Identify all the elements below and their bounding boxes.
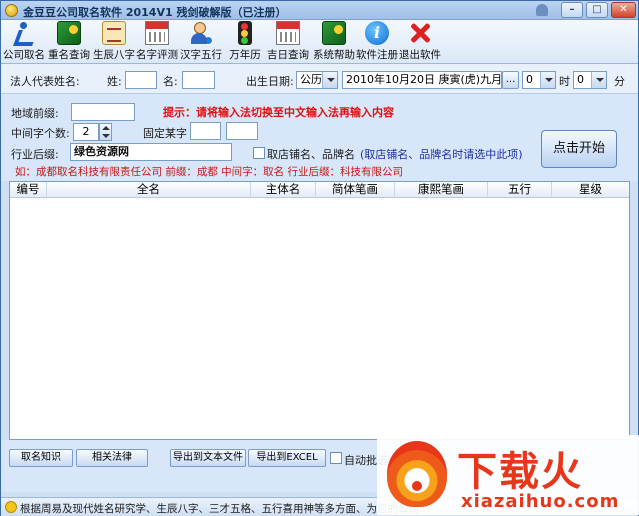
close-button[interactable]: ✕	[611, 2, 636, 18]
middle-char-count-stepper[interactable]	[99, 123, 112, 141]
toolbar-perpetual-calendar-button[interactable]: 万年历	[227, 21, 263, 63]
calendar-type-select[interactable]: 公历	[296, 71, 338, 89]
birth-date-input[interactable]: 2010年10月20日 庚寅(虎)九月十三	[342, 71, 502, 89]
toolbar-label: 退出软件	[399, 49, 441, 61]
column-header-id[interactable]: 编号	[10, 182, 47, 198]
middle-char-count-label: 中间字个数:	[11, 127, 70, 140]
runner-icon	[12, 21, 36, 45]
watermark-main-text: 下载火	[457, 449, 583, 495]
watermark: 下载火 xiazaihuo.com	[377, 435, 639, 515]
surname-input[interactable]	[125, 71, 157, 89]
chevron-down-icon	[591, 72, 606, 88]
column-header-star-rating[interactable]: 星级	[552, 182, 629, 198]
example-text: 如：成都取名科技有限责任公司 前缀：成都 中间字：取名 行业后缀：科技有限公司	[15, 166, 404, 178]
region-prefix-input[interactable]	[71, 103, 135, 121]
app-logo-icon	[5, 4, 18, 17]
toolbar-birth-chart-button[interactable]: 生辰八字	[93, 21, 135, 63]
toolbar-char-five-elements-button[interactable]: 汉字五行	[180, 21, 222, 63]
given-name-label: 名:	[163, 75, 178, 88]
fixed-char-label: 固定某字	[143, 127, 187, 140]
legal-rep-label: 法人代表姓名:	[10, 75, 80, 88]
export-excel-button[interactable]: 导出到EXCEL	[248, 449, 326, 467]
fixed-char-input-1[interactable]	[190, 122, 221, 140]
export-text-button[interactable]: 导出到文本文件	[170, 449, 246, 467]
window-title: 金豆豆公司取名软件 2014V1 残剑破解版（已注册）	[23, 6, 287, 19]
column-header-kangxi-strokes[interactable]: 康熙笔画	[395, 182, 488, 198]
info-icon: i	[365, 21, 389, 45]
minute-select[interactable]: 0	[573, 71, 607, 89]
hour-label: 时	[559, 75, 570, 88]
calendar-icon	[145, 21, 169, 45]
hour-value: 0	[526, 73, 533, 86]
input-method-hint: 提示：请将输入法切换至中文输入法再输入内容	[163, 106, 394, 119]
calendar-type-value: 公历	[300, 73, 322, 86]
minute-label: 分	[614, 75, 625, 88]
shop-name-checkbox[interactable]	[253, 147, 265, 159]
toolbar-label: 万年历	[229, 49, 261, 61]
person-icon	[189, 21, 213, 45]
toolbar-help-button[interactable]: 系统帮助	[313, 21, 355, 63]
chevron-down-icon	[322, 72, 337, 88]
middle-char-count-input[interactable]: 2	[73, 123, 99, 141]
calendar-icon	[276, 21, 300, 45]
minute-value: 0	[577, 73, 584, 86]
toolbar-exit-button[interactable]: 退出软件	[399, 21, 441, 63]
naming-knowledge-button[interactable]: 取名知识	[9, 449, 73, 467]
book-icon	[322, 21, 346, 45]
traffic-light-icon	[238, 21, 252, 45]
toolbar-label: 系统帮助	[313, 49, 355, 61]
given-name-input[interactable]	[182, 71, 215, 89]
toolbar-label: 软件注册	[356, 49, 398, 61]
fixed-char-input-2[interactable]	[226, 122, 258, 140]
toolbar-name-evaluation-button[interactable]: 名字评测	[136, 21, 178, 63]
hour-select[interactable]: 0	[522, 71, 556, 89]
title-bar[interactable]: 金豆豆公司取名软件 2014V1 残剑破解版（已注册） – □ ✕	[1, 1, 638, 20]
related-law-button[interactable]: 相关法律	[76, 449, 148, 467]
date-picker-button[interactable]: ...	[502, 71, 519, 89]
toolbar-label: 名字评测	[136, 49, 178, 61]
industry-suffix-label: 行业后缀:	[11, 148, 59, 161]
book-icon	[57, 21, 81, 45]
results-table[interactable]: 编号 全名 主体名 简体笔画 康熙笔画 五行 星级	[9, 181, 630, 440]
skin-icon[interactable]	[536, 4, 548, 16]
region-prefix-label: 地域前缀:	[11, 107, 59, 120]
shop-name-note: (取店铺名、品牌名时请选中此项)	[360, 148, 523, 161]
start-button[interactable]: 点击开始	[541, 130, 617, 168]
toolbar: 公司取名 重名查询 生辰八字 名字评测 汉字五行 万年历 吉日查询 系统帮助 i…	[1, 20, 638, 64]
maximize-button[interactable]: □	[586, 2, 608, 18]
column-header-full-name[interactable]: 全名	[47, 182, 251, 198]
column-header-simplified-strokes[interactable]: 简体笔画	[316, 182, 395, 198]
toolbar-label: 汉字五行	[180, 49, 222, 61]
flame-logo-icon	[387, 441, 447, 507]
toolbar-label: 吉日查询	[267, 49, 309, 61]
industry-suffix-input[interactable]: 绿色资源网	[70, 143, 232, 161]
birth-date-label: 出生日期:	[246, 75, 294, 88]
minimize-button[interactable]: –	[561, 2, 583, 18]
toolbar-auspicious-date-button[interactable]: 吉日查询	[267, 21, 309, 63]
toolbar-register-button[interactable]: i 软件注册	[356, 21, 398, 63]
column-header-five-elements[interactable]: 五行	[488, 182, 552, 198]
table-header: 编号 全名 主体名 简体笔画 康熙笔画 五行 星级	[10, 182, 629, 198]
toolbar-label: 公司取名	[3, 49, 45, 61]
toolbar-company-naming-button[interactable]: 公司取名	[3, 21, 45, 63]
toolbar-label: 重名查询	[48, 49, 90, 61]
auto-select-checkbox[interactable]	[330, 452, 342, 464]
download-dot-icon	[410, 479, 424, 493]
toolbar-duplicate-check-button[interactable]: 重名查询	[48, 21, 90, 63]
column-header-main-name[interactable]: 主体名	[251, 182, 316, 198]
shop-name-label: 取店铺名、品牌名	[267, 148, 355, 161]
status-text: 根据周易及现代姓名研究学、生辰八字、三才五格、五行喜用神等多方面、为您的公司..…	[20, 503, 430, 515]
chevron-down-icon	[540, 72, 555, 88]
scroll-icon	[102, 21, 126, 45]
close-x-icon	[408, 21, 432, 45]
smiley-icon	[5, 501, 17, 513]
toolbar-label: 生辰八字	[93, 49, 135, 61]
surname-label: 姓:	[107, 75, 122, 88]
watermark-url: xiazaihuo.com	[461, 491, 620, 512]
app-window: 金豆豆公司取名软件 2014V1 残剑破解版（已注册） – □ ✕ 公司取名 重…	[0, 0, 639, 516]
